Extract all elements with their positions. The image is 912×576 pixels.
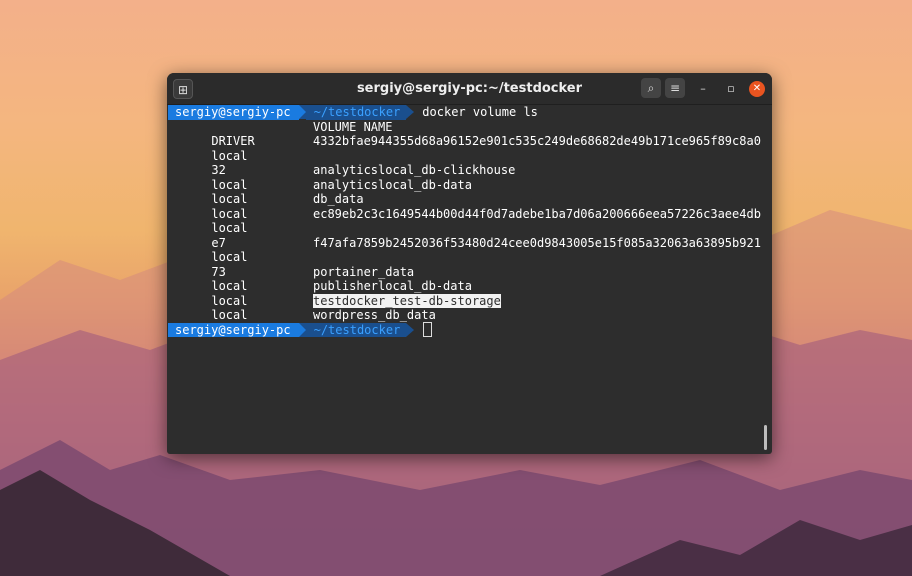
row-volume-name: publisherlocal_db-data xyxy=(313,279,472,293)
row-volume-name: analyticslocal_db-clickhouse xyxy=(313,163,516,177)
close-icon: ✕ xyxy=(752,83,762,94)
prompt-separator xyxy=(298,322,306,337)
table-row: local wordpress_db_data xyxy=(168,308,761,337)
menu-button[interactable]: ≡ xyxy=(665,78,685,98)
terminal-window[interactable]: ⊞ sergiy@sergiy-pc:~/testdocker ⌕ ≡ – ▫ … xyxy=(167,73,772,454)
table-row-wrap: e7 xyxy=(168,221,761,250)
row-volume-name: ec89eb2c3c1649544b00d44f0d7adebe1ba7d06a… xyxy=(313,206,761,221)
table-row-wrap: 73 xyxy=(168,250,761,279)
prompt-line-current: sergiy@sergiy-pc ~/testdocker xyxy=(168,322,761,338)
hamburger-icon: ≡ xyxy=(669,81,681,95)
search-button[interactable]: ⌕ xyxy=(641,78,661,98)
row-volume-name: wordpress_db_data xyxy=(313,308,436,322)
volume-name-header: VOLUME NAME xyxy=(313,119,393,134)
table-row: local f47afa7859b2452036f53480d24cee0d98… xyxy=(168,235,761,265)
header-row: DRIVER VOLUME NAME xyxy=(168,119,761,149)
prompt-end-arrow xyxy=(406,105,415,120)
terminal-output[interactable]: sergiy@sergiy-pc ~/testdocker docker vol… xyxy=(168,105,761,453)
row-volume-name: analyticslocal_db-data xyxy=(313,177,472,192)
scrollbar[interactable] xyxy=(764,425,767,450)
table-row: local publisherlocal_db-data xyxy=(168,279,761,308)
row-volume-name-selected[interactable]: testdocker_test-db-storage xyxy=(313,293,501,308)
table-row-wrap: 32 xyxy=(168,149,761,177)
table-row: local 4332bfae944355d68a96152e901c535c24… xyxy=(168,134,761,163)
prompt-user: sergiy@sergiy-pc xyxy=(168,322,299,337)
prompt-dir: ~/testdocker xyxy=(305,105,407,120)
minimize-button[interactable]: – xyxy=(695,81,711,97)
text-cursor[interactable] xyxy=(423,322,433,338)
row-volume-name: f47afa7859b2452036f53480d24cee0d9843005e… xyxy=(313,235,761,250)
command-text: docker volume ls xyxy=(422,105,538,119)
prompt-end-arrow xyxy=(406,322,415,337)
prompt-user: sergiy@sergiy-pc xyxy=(168,105,299,120)
table-row: local testdocker_test-db-storage xyxy=(168,293,761,322)
search-icon: ⌕ xyxy=(647,81,655,95)
table-row: local analyticslocal_db-data xyxy=(168,177,761,207)
title-bar[interactable]: ⊞ sergiy@sergiy-pc:~/testdocker ⌕ ≡ – ▫ … xyxy=(167,73,772,105)
row-volume-name: portainer_data xyxy=(313,264,415,279)
prompt-line: sergiy@sergiy-pc ~/testdocker docker vol… xyxy=(168,105,761,120)
prompt-dir: ~/testdocker xyxy=(305,322,407,337)
row-volume-name: 4332bfae944355d68a96152e901c535c249de686… xyxy=(313,134,761,148)
table-row: local portainer_data xyxy=(168,264,761,294)
table-row: local db_data xyxy=(168,192,761,221)
close-button[interactable]: ✕ xyxy=(749,81,765,97)
prompt-separator xyxy=(298,105,306,120)
maximize-button[interactable]: ▫ xyxy=(723,81,739,97)
table-row: local ec89eb2c3c1649544b00d44f0d7adebe1b… xyxy=(168,206,761,236)
minimize-icon: – xyxy=(700,82,706,95)
table-row: local analyticslocal_db-clickhouse xyxy=(168,163,761,192)
maximize-icon: ▫ xyxy=(727,82,735,95)
row-volume-name: db_data xyxy=(313,192,364,206)
